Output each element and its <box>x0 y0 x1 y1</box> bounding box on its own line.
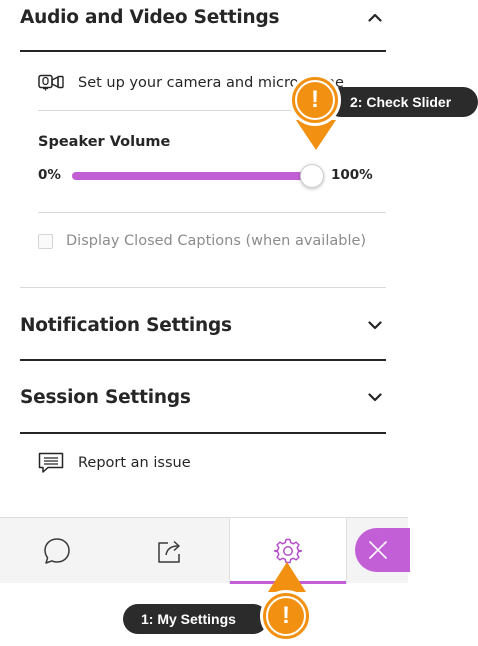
report-issue-link[interactable]: Report an issue <box>38 452 191 474</box>
check-slider-alert-marker: ! <box>289 74 341 126</box>
check-slider-callout-text: 2: Check Slider <box>350 94 452 110</box>
row-divider <box>38 212 386 213</box>
notification-settings-title: Notification Settings <box>20 314 232 336</box>
speaker-volume-label: Speaker Volume <box>38 134 171 150</box>
chevron-down-icon[interactable] <box>364 314 386 336</box>
section-divider <box>20 359 386 361</box>
slider-fill <box>72 172 312 180</box>
bottom-tab-bar <box>0 517 408 584</box>
alert-icon: ! <box>295 80 335 120</box>
share-icon <box>156 537 186 565</box>
section-divider <box>20 287 386 288</box>
slider-thumb[interactable] <box>300 164 324 188</box>
session-settings-header[interactable]: Session Settings <box>20 384 386 410</box>
closed-captions-checkbox[interactable] <box>38 233 53 249</box>
close-icon <box>367 539 389 561</box>
chat-icon <box>42 536 72 566</box>
section-divider <box>20 50 386 52</box>
section-divider <box>20 432 386 434</box>
chevron-down-icon[interactable] <box>364 386 386 408</box>
audio-video-settings-header[interactable]: Audio and Video Settings <box>20 4 386 30</box>
gear-icon <box>274 537 302 565</box>
tab-chat[interactable] <box>0 518 113 584</box>
volume-min-label: 0% <box>38 167 61 183</box>
tab-share[interactable] <box>113 518 229 584</box>
check-slider-callout-badge: 2: Check Slider <box>326 87 478 117</box>
notification-settings-header[interactable]: Notification Settings <box>20 312 386 338</box>
my-settings-callout-pointer <box>268 562 306 592</box>
report-issue-label: Report an issue <box>78 455 191 471</box>
alert-icon: ! <box>266 596 306 636</box>
audio-video-settings-title: Audio and Video Settings <box>20 6 280 28</box>
closed-captions-label: Display Closed Captions (when available) <box>66 233 367 249</box>
my-settings-callout-text: 1: My Settings <box>141 611 236 627</box>
volume-max-label: 100% <box>331 167 373 183</box>
close-panel-button[interactable] <box>355 528 410 572</box>
report-issue-icon <box>38 452 64 474</box>
my-settings-callout-badge: 1: My Settings <box>123 604 268 634</box>
chevron-up-icon[interactable] <box>364 6 386 28</box>
my-settings-alert-marker: ! <box>260 590 312 642</box>
closed-captions-option[interactable]: Display Closed Captions (when available) <box>38 233 366 249</box>
speaker-volume-slider[interactable] <box>72 164 324 188</box>
camera-microphone-icon <box>38 74 64 92</box>
session-settings-title: Session Settings <box>20 386 191 408</box>
